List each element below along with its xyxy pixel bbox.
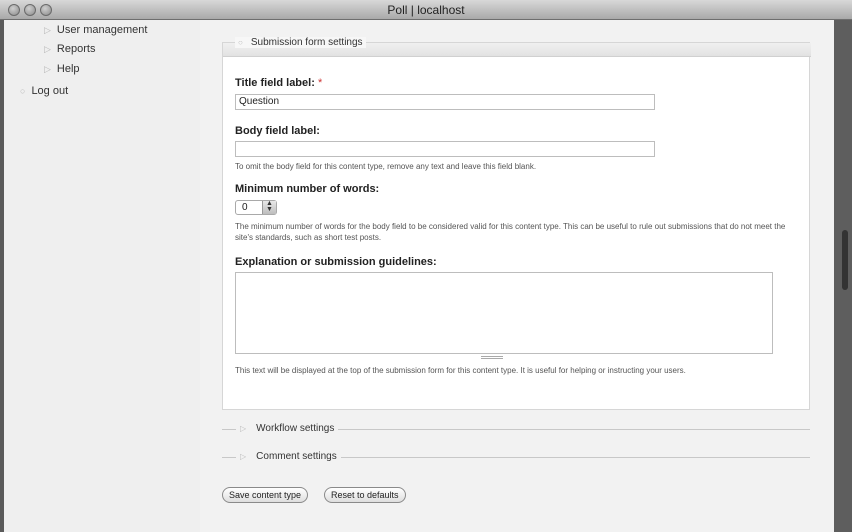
- sidebar-item-label: Reports: [56, 43, 96, 55]
- fieldset-legend-comment[interactable]: ▷ Comment settings: [236, 451, 341, 462]
- textarea-grippie[interactable]: [481, 356, 503, 359]
- save-content-type-button[interactable]: Save content type: [222, 487, 309, 503]
- title-field-label-text: Title field label:: [235, 77, 315, 89]
- sidebar-item-help[interactable]: ▷ Help: [44, 63, 80, 75]
- sidebar-item-label: Log out: [31, 85, 69, 97]
- browser-window: Poll | localhost ▷ User management ▷ Rep…: [0, 0, 852, 532]
- required-marker: *: [317, 77, 323, 89]
- min-words-label: Minimum number of words:: [235, 183, 380, 195]
- body-field-input[interactable]: [235, 141, 655, 157]
- min-words-value: 0: [242, 202, 248, 213]
- guidelines-description: This text will be displayed at the top o…: [235, 366, 686, 375]
- scrollbar-thumb[interactable]: [842, 230, 848, 290]
- min-words-select[interactable]: 0 ▲ ▼: [235, 200, 277, 215]
- submission-form-fieldset: ○ Submission form settings Title field l…: [222, 37, 811, 410]
- fieldset-legend-workflow[interactable]: ▷ Workflow settings: [236, 423, 339, 434]
- body-field-description: To omit the body field for this content …: [235, 162, 537, 171]
- title-field-label: Title field label: *: [235, 77, 322, 89]
- collapse-toggle-icon: ○: [238, 38, 243, 47]
- fieldset-legend-label: Comment settings: [256, 451, 337, 462]
- bullet-icon: ○: [20, 86, 26, 96]
- workflow-settings-fieldset[interactable]: ▷ Workflow settings: [222, 423, 810, 435]
- stepper-arrows-icon[interactable]: ▲ ▼: [262, 200, 276, 214]
- fieldset-legend-submission[interactable]: ○ Submission form settings: [235, 37, 366, 48]
- fieldset-legend-label: Workflow settings: [256, 423, 335, 434]
- sidebar-item-user-management[interactable]: ▷ User management: [44, 24, 147, 36]
- fieldset-legend-label: Submission form settings: [250, 37, 363, 48]
- guidelines-label: Explanation or submission guidelines:: [235, 256, 437, 268]
- title-bar: Poll | localhost: [0, 0, 852, 20]
- scrollbar-track[interactable]: [834, 20, 852, 532]
- sidebar: ▷ User management ▷ Reports ▷ Help ○ Log…: [4, 20, 200, 532]
- comment-settings-fieldset[interactable]: ▷ Comment settings: [222, 451, 810, 463]
- sidebar-item-label: User management: [56, 24, 148, 36]
- bullet-icon: ▷: [44, 63, 51, 74]
- title-field-input[interactable]: Question: [235, 94, 655, 110]
- sidebar-item-reports[interactable]: ▷ Reports: [44, 43, 95, 55]
- bullet-icon: ▷: [44, 43, 51, 54]
- body-field-label: Body field label:: [235, 125, 320, 137]
- guidelines-textarea[interactable]: [235, 272, 773, 354]
- expand-toggle-icon: ▷: [240, 424, 247, 433]
- min-words-description: The minimum number of words for the body…: [235, 222, 786, 242]
- window-title: Poll | localhost: [387, 3, 465, 17]
- expand-toggle-icon: ▷: [240, 452, 247, 461]
- reset-to-defaults-button[interactable]: Reset to defaults: [324, 487, 406, 503]
- sidebar-item-log-out[interactable]: ○ Log out: [20, 85, 68, 97]
- sidebar-item-label: Help: [56, 63, 80, 75]
- main-content: ○ Submission form settings Title field l…: [200, 20, 834, 532]
- bullet-icon: ▷: [44, 24, 51, 35]
